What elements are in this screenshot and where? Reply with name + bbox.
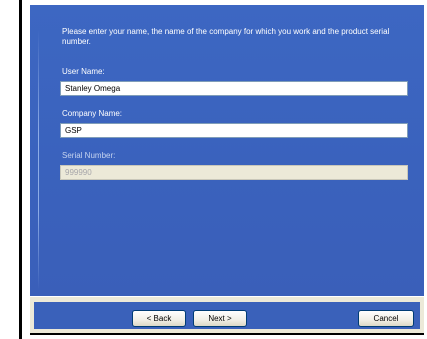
back-button[interactable]: < Back	[132, 310, 186, 327]
company-name-input[interactable]	[60, 123, 408, 138]
user-name-label: User Name:	[62, 67, 105, 76]
left-window-border	[19, 0, 22, 339]
next-button[interactable]: Next >	[193, 310, 247, 327]
instructions-text: Please enter your name, the name of the …	[62, 27, 390, 46]
serial-number-input	[60, 165, 408, 180]
cancel-button[interactable]: Cancel	[358, 310, 414, 327]
bottom-window-border	[30, 333, 424, 335]
company-name-label: Company Name:	[62, 109, 123, 118]
panel-accent-line	[38, 30, 39, 290]
user-name-input[interactable]	[60, 81, 408, 96]
serial-number-label: Serial Number:	[62, 151, 116, 160]
